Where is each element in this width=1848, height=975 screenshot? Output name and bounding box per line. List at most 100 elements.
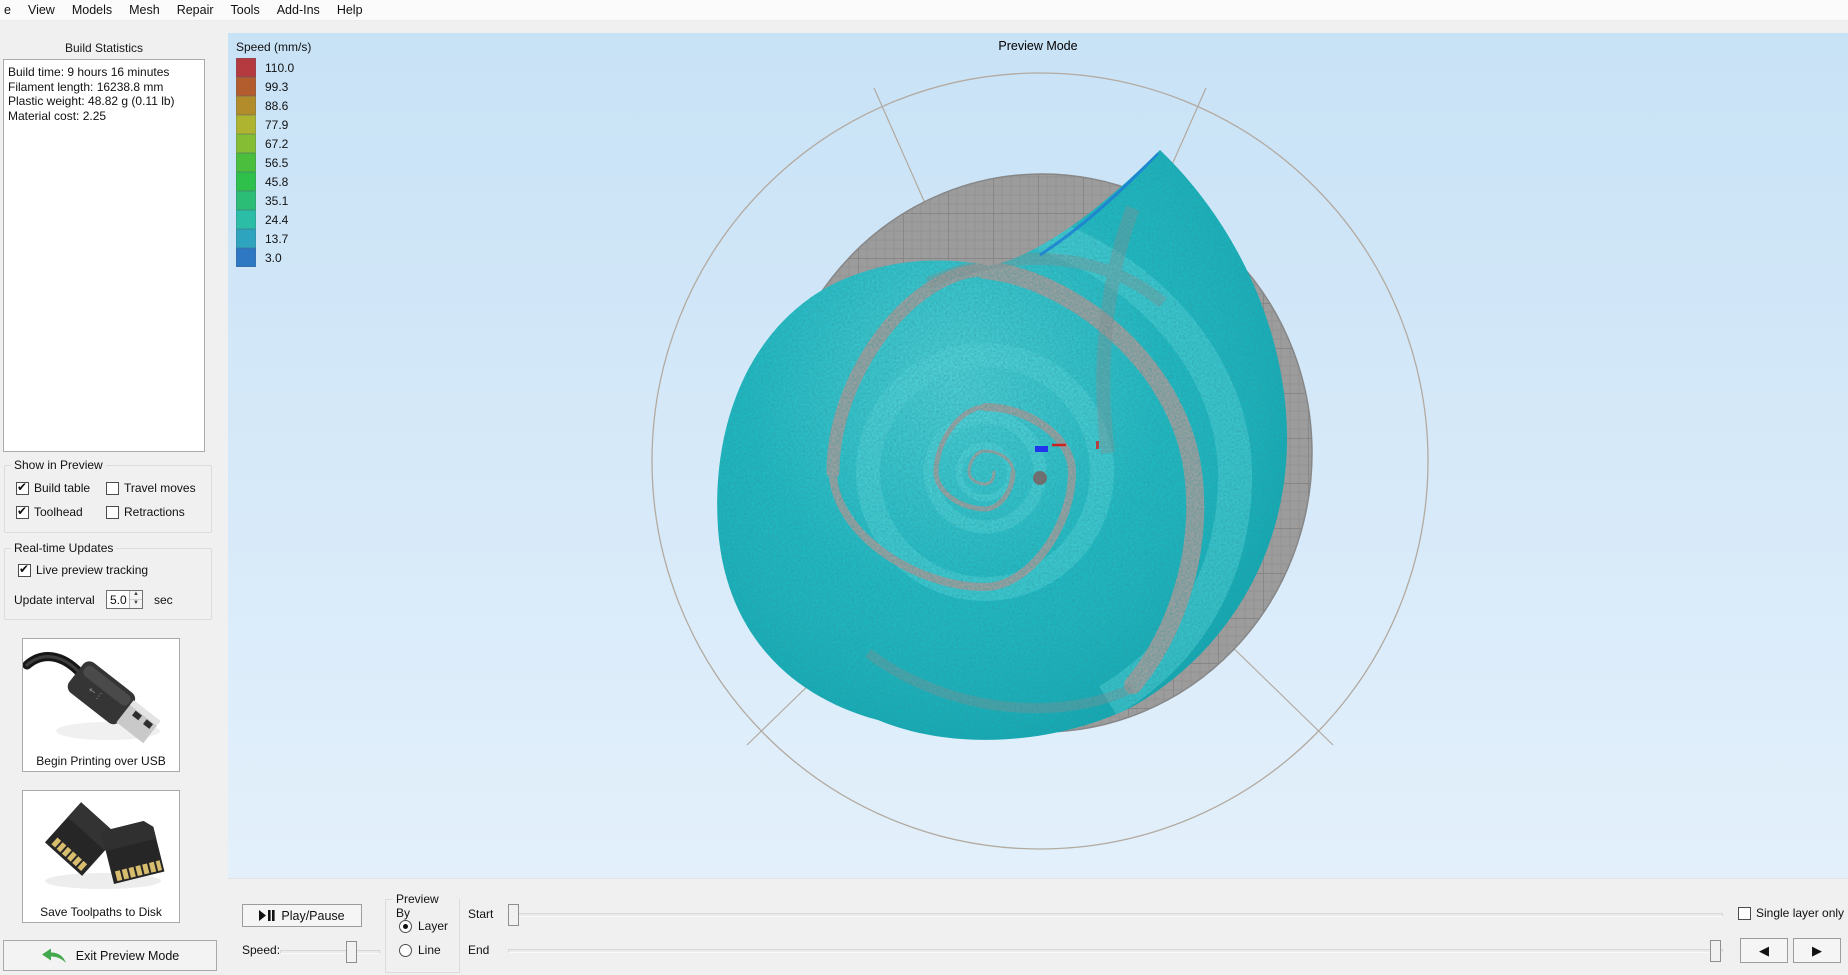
- legend-row: 45.8: [236, 172, 311, 191]
- legend-swatch: [236, 191, 256, 210]
- speed-slider[interactable]: [280, 941, 380, 963]
- preview-control-bar: Play/Pause Speed: Preview By Layer Line …: [228, 878, 1848, 975]
- legend-row: 56.5: [236, 153, 311, 172]
- legend-row: 35.1: [236, 191, 311, 210]
- sd-cards-image: [23, 791, 179, 900]
- play-pause-button[interactable]: Play/Pause: [242, 904, 362, 927]
- build-statistics-box: Build time: 9 hours 16 minutes Filament …: [3, 59, 205, 452]
- build-table-checkbox[interactable]: ✔: [16, 482, 29, 495]
- preview-by-label: Preview By: [393, 892, 459, 920]
- speed-slider-thumb[interactable]: [346, 941, 357, 963]
- spinner-up-icon: ▲: [130, 591, 142, 600]
- preview-3d-viewport[interactable]: Preview Mode Speed (mm/s) 110.0 99.3 88.…: [228, 33, 1848, 878]
- single-layer-row[interactable]: ✔ Single layer only: [1738, 906, 1844, 920]
- menu-mesh[interactable]: Mesh: [127, 1, 162, 19]
- build-statistics-title: Build Statistics: [0, 41, 208, 55]
- end-layer-slider[interactable]: [508, 940, 1723, 962]
- legend-row: 77.9: [236, 115, 311, 134]
- line-radio-label: Line: [418, 943, 441, 957]
- previous-layer-button[interactable]: ◀: [1740, 938, 1788, 963]
- usb-cable-image: ←⋮: [23, 639, 179, 749]
- toolbar-gap: [0, 21, 1848, 33]
- legend-swatch: [236, 77, 256, 96]
- start-slider-thumb[interactable]: [508, 904, 519, 926]
- menu-tools[interactable]: Tools: [229, 1, 262, 19]
- viewport-mode-title: Preview Mode: [228, 39, 1848, 53]
- legend-swatch: [236, 229, 256, 248]
- update-interval-row: Update interval 5.0 ▲▼ sec: [14, 593, 204, 607]
- update-interval-spinner[interactable]: 5.0 ▲▼: [106, 590, 143, 609]
- scene-canvas[interactable]: [228, 33, 1848, 878]
- toolhead-checkbox[interactable]: ✔: [16, 506, 29, 519]
- legend-swatch: [236, 96, 256, 115]
- radio-line-row[interactable]: Line: [399, 943, 441, 957]
- live-preview-label: Live preview tracking: [36, 563, 148, 577]
- menu-file-partial[interactable]: e: [2, 1, 13, 19]
- legend-row: 3.0: [236, 248, 311, 267]
- legend-row: 88.6: [236, 96, 311, 115]
- stat-filament-length: Filament length: 16238.8 mm: [8, 80, 200, 95]
- menu-bar: e View Models Mesh Repair Tools Add-Ins …: [0, 0, 1848, 21]
- legend-row: 99.3: [236, 77, 311, 96]
- menu-repair[interactable]: Repair: [175, 1, 216, 19]
- next-layer-button[interactable]: ▶: [1793, 938, 1841, 963]
- stat-material-cost: Material cost: 2.25: [8, 109, 200, 124]
- speed-slider-label: Speed:: [242, 943, 280, 957]
- end-slider-track[interactable]: [508, 949, 1723, 953]
- speed-slider-track[interactable]: [280, 950, 380, 954]
- legend-row: 67.2: [236, 134, 311, 153]
- start-slider-track[interactable]: [508, 913, 1723, 917]
- single-layer-label: Single layer only: [1756, 906, 1844, 920]
- speed-legend-title: Speed (mm/s): [236, 40, 311, 54]
- begin-printing-usb-button[interactable]: ←⋮ Begin Printing over USB: [22, 638, 180, 772]
- end-slider-label: End: [468, 943, 489, 957]
- single-layer-checkbox[interactable]: ✔: [1738, 907, 1751, 920]
- checkbox-travel-moves[interactable]: ✔ Travel moves: [106, 481, 196, 495]
- radio-layer-row[interactable]: Layer: [399, 919, 448, 933]
- exit-arrow-icon: [41, 948, 67, 964]
- legend-row: 110.0: [236, 58, 311, 77]
- checkbox-toolhead[interactable]: ✔ Toolhead: [16, 505, 83, 519]
- checkbox-build-table[interactable]: ✔ Build table: [16, 481, 90, 495]
- stat-build-time: Build time: 9 hours 16 minutes: [8, 65, 200, 80]
- start-layer-slider[interactable]: [508, 904, 1723, 926]
- spinner-down-icon: ▼: [130, 600, 142, 608]
- travel-moves-checkbox[interactable]: ✔: [106, 482, 119, 495]
- menu-help[interactable]: Help: [335, 1, 365, 19]
- play-pause-label: Play/Pause: [281, 909, 344, 923]
- legend-swatch: [236, 172, 256, 191]
- show-in-preview-group: Show in Preview ✔ Build table ✔ Travel m…: [4, 465, 212, 533]
- legend-row: 13.7: [236, 229, 311, 248]
- speed-legend: Speed (mm/s) 110.0 99.3 88.6 77.9 67.2 5…: [236, 40, 311, 267]
- legend-swatch: [236, 248, 256, 267]
- stat-plastic-weight: Plastic weight: 48.82 g (0.11 lb): [8, 94, 200, 109]
- spinner-arrows[interactable]: ▲▼: [129, 591, 142, 608]
- layer-radio[interactable]: [399, 920, 412, 933]
- sd-button-caption: Save Toolpaths to Disk: [23, 903, 179, 923]
- retractions-label: Retractions: [124, 505, 185, 519]
- checkbox-live-preview[interactable]: ✔ Live preview tracking: [18, 563, 148, 577]
- save-toolpaths-button[interactable]: Save Toolpaths to Disk: [22, 790, 180, 923]
- update-interval-unit: sec: [154, 593, 173, 607]
- build-table-label: Build table: [34, 481, 90, 495]
- retractions-checkbox[interactable]: ✔: [106, 506, 119, 519]
- exit-preview-mode-button[interactable]: Exit Preview Mode: [3, 940, 217, 971]
- legend-swatch: [236, 210, 256, 229]
- menu-view[interactable]: View: [26, 1, 57, 19]
- live-preview-checkbox[interactable]: ✔: [18, 564, 31, 577]
- preview-sidebar: Build Statistics Build time: 9 hours 16 …: [0, 33, 228, 975]
- line-radio[interactable]: [399, 944, 412, 957]
- menu-models[interactable]: Models: [70, 1, 114, 19]
- show-in-preview-label: Show in Preview: [11, 458, 106, 472]
- legend-row: 24.4: [236, 210, 311, 229]
- legend-swatch: [236, 58, 256, 77]
- menu-addins[interactable]: Add-Ins: [275, 1, 322, 19]
- travel-moves-label: Travel moves: [124, 481, 196, 495]
- end-slider-thumb[interactable]: [1710, 940, 1721, 962]
- checkbox-retractions[interactable]: ✔ Retractions: [106, 505, 185, 519]
- start-slider-label: Start: [468, 907, 493, 921]
- exit-button-label: Exit Preview Mode: [76, 949, 180, 963]
- previous-arrow-icon: ◀: [1759, 943, 1769, 959]
- update-interval-value[interactable]: 5.0: [107, 591, 129, 608]
- realtime-updates-group: Real-time Updates ✔ Live preview trackin…: [4, 548, 212, 620]
